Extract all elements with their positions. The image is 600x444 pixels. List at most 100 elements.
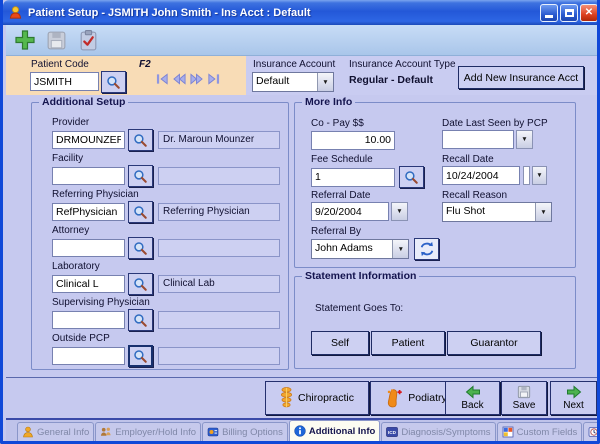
icd-icon: ICD	[386, 426, 398, 438]
date-last-seen-input[interactable]	[442, 130, 514, 149]
minimize-button[interactable]	[540, 4, 558, 22]
billing-icon	[207, 426, 219, 438]
search-icon	[133, 205, 148, 220]
supervising-physician-search-button[interactable]	[128, 309, 153, 331]
titlebar: Patient Setup - JSMITH John Smith - Ins …	[3, 0, 600, 25]
laboratory-display: Clinical Lab	[158, 275, 280, 293]
clock-icon	[588, 426, 600, 438]
attorney-label: Attorney	[52, 224, 288, 237]
facility-field: Facility	[52, 152, 288, 188]
referral-date-dropdown-button[interactable]: ▼	[391, 202, 408, 221]
date-last-seen-field: Date Last Seen by PCP ▼	[442, 117, 574, 153]
insurance-account-value: Default	[253, 73, 317, 91]
recall-reason-label: Recall Reason	[442, 189, 574, 202]
tab-appointments[interactable]: Appointments	[583, 422, 600, 441]
insurance-account-select[interactable]: Default ▼	[252, 72, 334, 92]
chevron-down-icon[interactable]: ▼	[535, 203, 551, 221]
recall-date-input[interactable]	[442, 166, 520, 185]
provider-input[interactable]	[52, 131, 125, 149]
next-record-button[interactable]	[190, 73, 203, 85]
referral-by-value: John Adams	[312, 240, 392, 258]
search-icon	[133, 277, 148, 292]
co-pay-input[interactable]	[311, 131, 395, 150]
more-info-group: More Info Co - Pay $$ Fee Schedule Refer…	[294, 102, 576, 268]
insurance-account-type-value: Regular - Default	[349, 74, 433, 86]
tab-additional-info[interactable]: Additional Info	[289, 420, 381, 441]
save-button[interactable]: Save	[501, 381, 547, 415]
search-icon	[133, 313, 148, 328]
statement-self-button[interactable]: Self	[311, 331, 369, 355]
verify-button[interactable]	[74, 27, 103, 54]
add-new-insurance-acct-button[interactable]: Add New Insurance Acct	[458, 66, 584, 89]
insurance-account-type-label: Insurance Account Type	[349, 59, 456, 70]
floppy-disk-icon	[45, 29, 68, 52]
supervising-physician-display	[158, 311, 280, 329]
search-icon	[133, 349, 148, 364]
recall-reason-select[interactable]: Flu Shot ▼	[442, 202, 552, 222]
attorney-input[interactable]	[52, 239, 125, 257]
patient-code-label: Patient Code	[31, 59, 89, 70]
last-record-button[interactable]	[207, 73, 220, 85]
tab-general-info[interactable]: General Info	[17, 422, 94, 441]
referral-by-select[interactable]: John Adams ▼	[311, 239, 409, 259]
patient-code-input[interactable]	[30, 72, 99, 91]
svg-text:ICD: ICD	[388, 430, 397, 435]
co-pay-label: Co - Pay $$	[311, 117, 439, 130]
laboratory-input[interactable]	[52, 275, 125, 293]
recall-date-spinner[interactable]	[523, 166, 530, 185]
laboratory-search-button[interactable]	[128, 273, 153, 295]
first-record-button[interactable]	[156, 73, 169, 85]
statement-guarantor-button[interactable]: Guarantor	[447, 331, 541, 355]
arrow-right-icon	[566, 385, 582, 399]
save-toolbar-button[interactable]	[42, 27, 71, 54]
close-button[interactable]: ✕	[580, 4, 598, 22]
chevron-down-icon[interactable]: ▼	[392, 240, 408, 258]
next-label: Next	[563, 400, 584, 411]
tab-diagnosis-symptoms[interactable]: ICD Diagnosis/Symptoms	[381, 422, 495, 441]
referral-date-input[interactable]	[311, 202, 389, 221]
statement-patient-button[interactable]: Patient	[371, 331, 445, 355]
referring-physician-input[interactable]	[52, 203, 125, 221]
tab-label: General Info	[37, 427, 89, 438]
add-patient-button[interactable]	[10, 27, 39, 54]
statement-goes-to-label: Statement Goes To:	[315, 303, 403, 314]
search-icon	[133, 133, 148, 148]
back-label: Back	[461, 400, 483, 411]
recall-date-dropdown-button[interactable]: ▼	[532, 166, 547, 185]
back-button[interactable]: Back	[445, 381, 500, 415]
header-strip: Patient Code F2 Insurance Account Defaul…	[6, 56, 600, 95]
referral-by-refresh-button[interactable]	[414, 238, 439, 260]
refresh-icon	[418, 241, 436, 257]
people-icon	[100, 426, 112, 438]
laboratory-label: Laboratory	[52, 260, 288, 273]
search-icon	[404, 170, 419, 185]
previous-record-button[interactable]	[173, 73, 186, 85]
next-button[interactable]: Next	[550, 381, 597, 415]
referral-by-field: Referral By John Adams ▼	[311, 225, 439, 261]
podiatry-label: Podiatry	[408, 392, 447, 404]
chiropractic-button[interactable]: Chiropractic	[265, 381, 369, 415]
fee-schedule-input[interactable]	[311, 168, 395, 187]
facility-input[interactable]	[52, 167, 125, 185]
facility-label: Facility	[52, 152, 288, 165]
close-icon: ✕	[585, 7, 593, 18]
supervising-physician-input[interactable]	[52, 311, 125, 329]
maximize-button[interactable]	[560, 4, 578, 22]
tab-employer-hold-info[interactable]: Employer/Hold Info	[95, 422, 201, 441]
attorney-search-button[interactable]	[128, 237, 153, 259]
tab-billing-options[interactable]: Billing Options	[202, 422, 288, 441]
facility-search-button[interactable]	[128, 165, 153, 187]
outside-pcp-input[interactable]	[52, 347, 125, 365]
arrow-left-icon	[465, 385, 481, 399]
chevron-down-icon[interactable]: ▼	[317, 73, 333, 91]
outside-pcp-search-button[interactable]	[128, 345, 153, 367]
fee-schedule-search-button[interactable]	[399, 166, 424, 188]
additional-setup-title: Additional Setup	[39, 96, 128, 108]
chevron-down-icon: ▼	[521, 136, 527, 143]
person-icon	[22, 426, 34, 438]
provider-search-button[interactable]	[128, 129, 153, 151]
patient-search-button[interactable]	[101, 71, 126, 93]
tab-custom-fields[interactable]: Custom Fields	[497, 422, 583, 441]
referring-physician-search-button[interactable]	[128, 201, 153, 223]
date-last-seen-dropdown-button[interactable]: ▼	[516, 130, 533, 149]
